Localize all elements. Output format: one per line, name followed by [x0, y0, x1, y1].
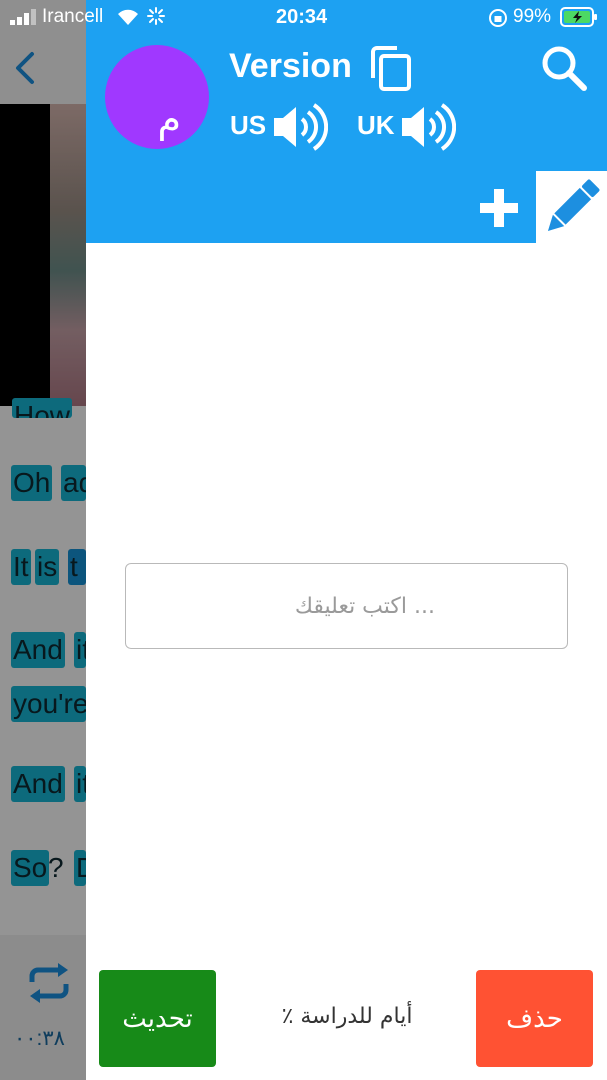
loading-spinner-icon — [147, 7, 165, 25]
plus-icon[interactable] — [474, 180, 524, 236]
rotation-lock-icon — [489, 9, 507, 27]
dim-overlay[interactable] — [0, 0, 86, 1080]
speaker-icon[interactable] — [272, 102, 328, 152]
status-bar: Irancell 20:34 99% — [0, 0, 607, 34]
study-days-label: ٪ أيام للدراسة — [281, 1004, 413, 1029]
word-title: Version — [229, 47, 352, 85]
pencil-icon — [547, 179, 600, 232]
comment-panel: م Version US UK اكتب تعليقك ... تحديث ٪ … — [86, 0, 607, 1080]
comment-input[interactable] — [125, 563, 568, 649]
edit-button[interactable] — [536, 171, 607, 243]
update-button[interactable]: تحديث — [99, 970, 216, 1067]
carrier-name: Irancell — [42, 6, 104, 27]
clock: 20:34 — [276, 6, 328, 28]
copy-icon[interactable] — [369, 44, 413, 92]
delete-button[interactable]: حذف — [476, 970, 593, 1067]
battery-icon — [560, 7, 597, 27]
search-icon[interactable] — [540, 44, 588, 92]
us-pronunciation-label: US — [230, 110, 267, 140]
avatar-letter: م — [157, 97, 181, 141]
battery-percent: 99% — [513, 6, 552, 27]
speaker-icon[interactable] — [400, 102, 456, 152]
panel-header: م Version US UK — [86, 0, 607, 243]
avatar: م — [105, 45, 209, 149]
signal-icon — [10, 9, 36, 25]
wifi-icon — [118, 9, 138, 25]
uk-pronunciation-label: UK — [357, 110, 395, 140]
